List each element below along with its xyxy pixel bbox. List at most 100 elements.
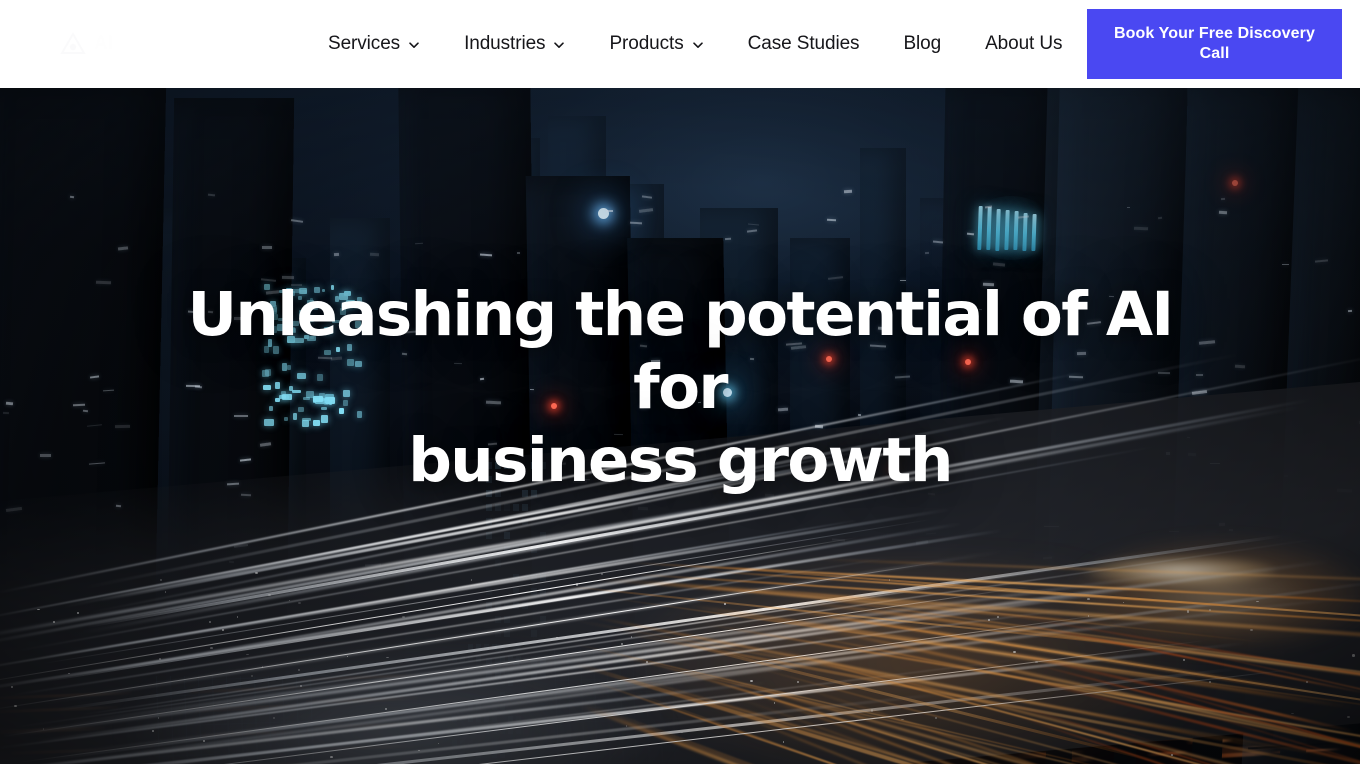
neon-pixel-light — [277, 323, 286, 332]
road-speck — [1187, 610, 1189, 613]
window-light — [614, 433, 624, 435]
neon-pixel-light — [275, 382, 280, 390]
window-light — [1076, 352, 1087, 356]
road-speck — [53, 621, 55, 624]
site-header: AI Services Industries Products Case Stu… — [0, 0, 1360, 88]
neon-pixel-light — [324, 327, 334, 334]
window-light — [1218, 210, 1227, 214]
window-light — [453, 362, 462, 365]
neon-pixel-light — [299, 289, 307, 294]
neon-pixel-light — [342, 400, 348, 406]
neon-pixel-light — [291, 289, 301, 293]
nav-item-about-us[interactable]: About Us — [963, 0, 1084, 88]
neon-pixel-light — [347, 343, 352, 352]
window-light — [900, 280, 907, 282]
road-speck — [418, 750, 420, 752]
road-speck — [14, 705, 17, 707]
nav-item-products[interactable]: Products — [587, 0, 725, 88]
neon-pixel-light — [312, 306, 318, 311]
nav-item-label: Case Studies — [747, 33, 860, 54]
neon-pixel-light — [347, 359, 355, 366]
neon-pixel-light — [338, 408, 344, 414]
company-logo-mark-icon — [60, 32, 86, 56]
chevron-down-icon[interactable] — [553, 39, 565, 51]
nav-item-blog[interactable]: Blog — [881, 0, 963, 88]
neon-pixel-light — [286, 287, 292, 293]
neon-pixel-light — [320, 415, 328, 424]
window-light — [185, 384, 200, 388]
nav-item-case-studies[interactable]: Case Studies — [726, 0, 882, 88]
window-light — [516, 251, 521, 254]
neon-pixel-light — [312, 419, 321, 427]
window-light — [208, 193, 216, 196]
beacon-light-cyan — [723, 388, 732, 397]
neon-pixel-light — [268, 406, 273, 411]
neon-pixel-light — [279, 289, 285, 293]
window-light — [1009, 379, 1023, 383]
window-light — [330, 356, 342, 361]
window-light — [233, 316, 241, 320]
beacon-light-red — [551, 403, 557, 409]
road-speck — [1087, 598, 1090, 600]
neon-pixel-light — [331, 320, 340, 324]
window-light — [844, 189, 853, 194]
neon-pixel-light — [273, 346, 279, 354]
neon-pixel-light — [262, 384, 272, 390]
neon-pixel-light — [307, 335, 317, 341]
window-light — [3, 412, 10, 415]
window-light — [369, 252, 379, 257]
road-speck — [11, 686, 13, 688]
neon-pixel-light — [302, 417, 311, 422]
neon-pixel-light — [270, 301, 277, 308]
road-speck — [152, 730, 154, 732]
nav-item-industries[interactable]: Industries — [442, 0, 587, 88]
chevron-down-icon[interactable] — [692, 39, 704, 51]
neon-pixel-light — [331, 284, 335, 290]
neon-pixel-light — [320, 406, 328, 410]
road-speck — [251, 675, 254, 677]
neon-pixel-light — [288, 328, 297, 333]
book-discovery-call-button[interactable]: Book Your Free Discovery Call — [1087, 9, 1342, 79]
neon-strip-glow — [968, 196, 1054, 260]
road-speck — [1347, 716, 1350, 719]
road-speck — [160, 579, 163, 581]
window-light — [877, 326, 889, 331]
neon-pixel-light — [356, 296, 362, 304]
neon-pixel-light — [264, 345, 270, 354]
road-speck — [159, 658, 161, 660]
logo-text: AI — [94, 33, 114, 54]
neon-pixel-light — [292, 389, 301, 394]
neon-pixel-light — [356, 411, 362, 418]
window-light — [401, 352, 407, 355]
neon-pixel-light — [294, 337, 305, 343]
neon-pixel-light — [263, 284, 271, 291]
road-speck — [1035, 661, 1038, 663]
neon-pixel-light — [313, 287, 320, 293]
beacon-light-red — [826, 356, 832, 362]
window-light — [39, 453, 51, 457]
window-light — [984, 205, 993, 209]
window-light — [1157, 372, 1170, 375]
neon-pixel-light — [306, 316, 314, 322]
neon-pixel-light — [297, 406, 304, 413]
main-navigation: Services Industries Products Case Studie… — [318, 0, 1084, 88]
road-speck — [298, 669, 300, 671]
nav-item-label: Services — [328, 33, 401, 54]
window-light — [979, 308, 983, 310]
logo[interactable]: AI — [60, 20, 280, 68]
nav-item-services[interactable]: Services — [318, 0, 442, 88]
beacon-light-red — [1232, 180, 1238, 186]
chevron-down-icon[interactable] — [408, 39, 420, 51]
road-speck — [300, 685, 302, 687]
window-light — [1347, 309, 1352, 312]
window-light — [747, 223, 759, 226]
neon-pixel-light — [292, 320, 300, 326]
neon-pixel-light — [354, 321, 361, 329]
neon-pixel-light — [293, 413, 297, 420]
road-speck — [871, 709, 873, 712]
neon-pixel-light — [319, 393, 325, 401]
neon-pixel-light — [287, 364, 291, 371]
window-light — [983, 282, 995, 286]
neon-pixel-light — [334, 296, 340, 302]
window-light — [605, 209, 614, 212]
